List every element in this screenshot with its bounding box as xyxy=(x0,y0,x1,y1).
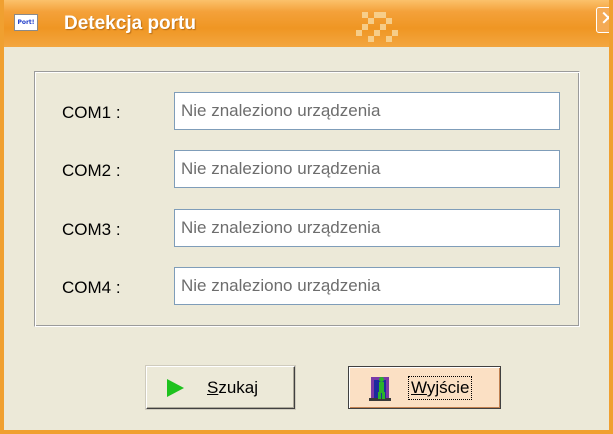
com1-label: COM1 : xyxy=(62,103,121,122)
com2-label: COM2 : xyxy=(62,161,121,180)
play-icon xyxy=(167,379,184,397)
search-button[interactable]: Szukaj xyxy=(146,366,295,409)
com2-status-field[interactable]: Nie znaleziono urządzenia xyxy=(174,150,560,188)
window-title: Detekcja portu xyxy=(64,13,196,34)
com3-status-field[interactable]: Nie znaleziono urządzenia xyxy=(174,209,560,247)
com1-status-field[interactable]: Nie znaleziono urządzenia xyxy=(174,92,560,130)
close-button[interactable]: ✕ xyxy=(596,7,613,33)
app-icon: Port! xyxy=(14,14,38,31)
com3-label: COM3 : xyxy=(62,220,121,239)
exit-button-label: Wyjście xyxy=(408,376,473,400)
com4-status-field[interactable]: Nie znaleziono urządzenia xyxy=(174,267,560,305)
com4-label: COM4 : xyxy=(62,278,121,297)
title-bar[interactable]: Port! Detekcja portu ✕ xyxy=(0,0,613,47)
exit-button[interactable]: Wyjście xyxy=(348,366,501,409)
exit-door-icon xyxy=(369,377,391,401)
port-detection-dialog: Port! Detekcja portu ✕ COM1 : Nie znalez… xyxy=(0,0,613,434)
close-icon: ✕ xyxy=(600,8,613,30)
title-bar-decoration xyxy=(350,4,408,46)
search-button-label: Szukaj xyxy=(207,378,259,397)
